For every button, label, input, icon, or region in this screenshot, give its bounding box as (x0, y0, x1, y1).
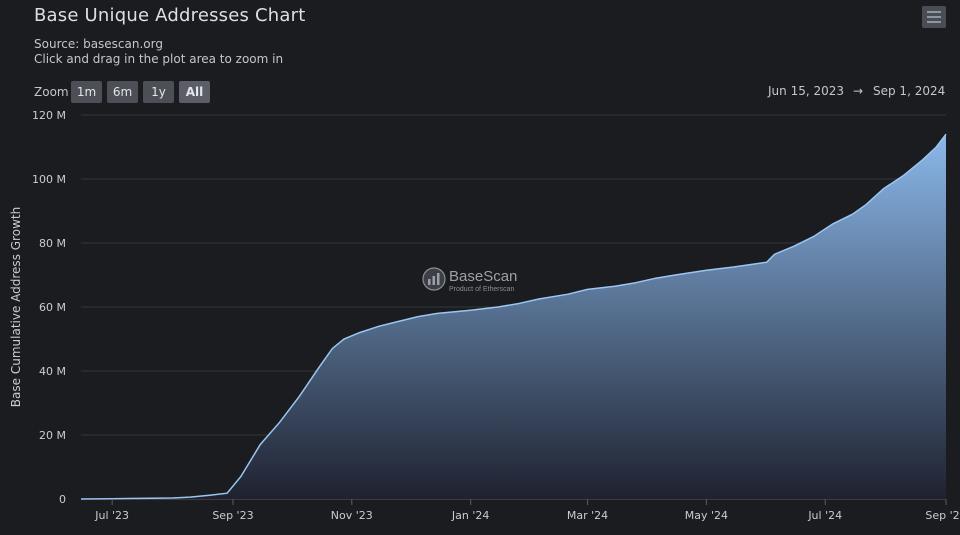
x-tick-label: Sep '24 (925, 509, 960, 522)
y-tick-label: 80 M (39, 237, 66, 250)
watermark-brand: BaseScan (449, 268, 517, 285)
watermark-tagline: Product of Etherscan (449, 286, 514, 293)
series-area-fill (81, 134, 946, 499)
x-tick-label: Sep '23 (212, 509, 253, 522)
x-tick-label: May '24 (685, 509, 728, 522)
x-tick-label: Nov '23 (331, 509, 373, 522)
y-tick-label: 120 M (32, 109, 66, 122)
y-tick-label: 20 M (39, 429, 66, 442)
basescan-watermark: BaseScan Product of Etherscan (422, 267, 517, 293)
y-tick-label: 60 M (39, 301, 66, 314)
x-tick-label: Mar '24 (567, 509, 608, 522)
x-tick-label: Jan '24 (451, 509, 489, 522)
y-axis-title: Base Cumulative Address Growth (9, 207, 23, 407)
x-tick-label: Jul '23 (94, 509, 129, 522)
chart-area[interactable]: BaseScan Product of Etherscan 0 20 M 40 M 6… (0, 0, 960, 535)
y-tick-label: 0 (59, 493, 66, 506)
x-tick-label: Jul '24 (807, 509, 842, 522)
y-tick-label: 100 M (32, 173, 66, 186)
y-tick-label: 40 M (39, 365, 66, 378)
